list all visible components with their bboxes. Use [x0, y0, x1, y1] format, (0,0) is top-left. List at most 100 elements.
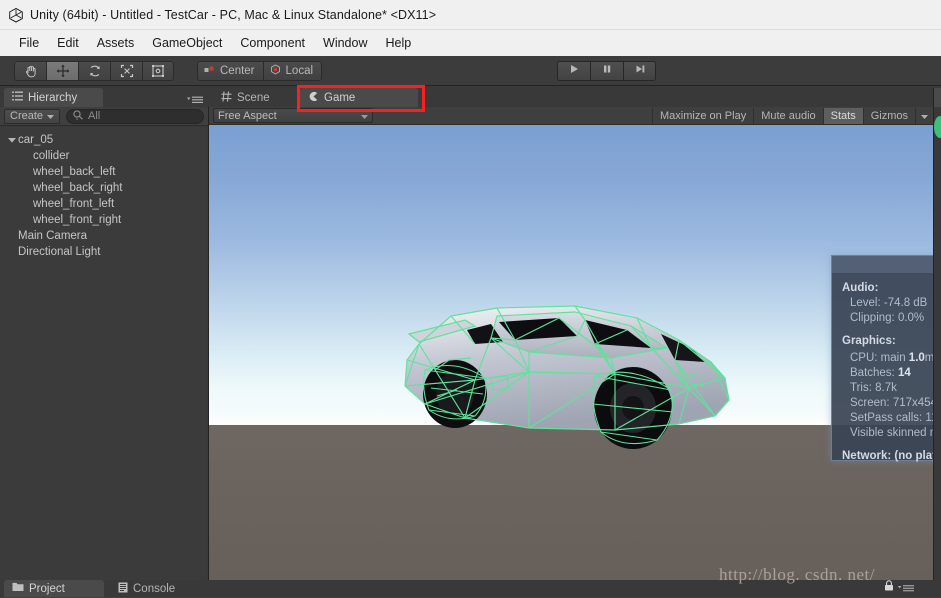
- create-button[interactable]: Create: [4, 108, 61, 124]
- tab-hierarchy-label: Hierarchy: [28, 91, 78, 104]
- statistics-body: Audio: Level: -74.8 dB DSP load: 0.2% Cl…: [832, 273, 933, 462]
- hierarchy-item-wheel_back_right[interactable]: wheel_back_right: [0, 180, 207, 196]
- transform-tools-group: [14, 61, 174, 81]
- statistics-tris-row: Tris: 8.7k Verts: 15.7k: [842, 381, 933, 396]
- scale-tool-button[interactable]: [110, 61, 142, 81]
- step-forward-icon: [634, 62, 646, 80]
- hierarchy-search-input[interactable]: All: [66, 108, 204, 124]
- hierarchy-icon: [12, 91, 23, 104]
- car-model-wireframe: [379, 300, 759, 460]
- hierarchy-item-label: Directional Light: [18, 246, 101, 258]
- audio-level-value: Level: -74.8 dB: [850, 297, 928, 309]
- gizmos-dropdown-arrow[interactable]: [915, 107, 933, 124]
- statistics-cpu-row: CPU: main 1.0ms render thread 0.7ms: [842, 351, 933, 366]
- chevron-down-icon: [47, 110, 55, 122]
- lock-icon[interactable]: [884, 578, 894, 596]
- folder-icon: [12, 582, 24, 595]
- hierarchy-item-main-camera[interactable]: Main Camera: [0, 228, 207, 244]
- menu-gameobject[interactable]: GameObject: [143, 34, 231, 52]
- menu-help[interactable]: Help: [376, 34, 420, 52]
- setpass-calls-value: SetPass calls: 11: [850, 412, 933, 424]
- hierarchy-item-label: car_05: [18, 134, 54, 146]
- maximize-on-play-button[interactable]: Maximize on Play: [652, 107, 753, 124]
- batches-value: Batches: 14: [842, 366, 933, 381]
- hand-icon: [24, 64, 38, 78]
- bottom-tabbar: Project Console: [0, 580, 941, 597]
- search-icon: [73, 109, 84, 123]
- hand-tool-button[interactable]: [14, 61, 46, 81]
- play-icon: [568, 62, 580, 80]
- menubar: File Edit Assets GameObject Component Wi…: [0, 30, 941, 56]
- menu-file[interactable]: File: [10, 34, 48, 52]
- pause-icon: [601, 62, 613, 80]
- triangle-down-icon[interactable]: [6, 137, 18, 143]
- hierarchy-item-directional-light[interactable]: Directional Light: [0, 244, 207, 260]
- menu-window[interactable]: Window: [314, 34, 376, 52]
- hierarchy-item-wheel_front_left[interactable]: wheel_front_left: [0, 196, 207, 212]
- menu-edit[interactable]: Edit: [48, 34, 88, 52]
- pivot-mode-label: Center: [220, 65, 255, 77]
- tab-scene[interactable]: Scene: [213, 88, 291, 107]
- scene-grid-icon: [221, 90, 232, 105]
- tab-game-label: Game: [324, 91, 356, 104]
- rect-tool-button[interactable]: [142, 61, 174, 81]
- batches-count: 14: [897, 367, 911, 379]
- statistics-audio-row-2: Clipping: 0.0% Stream load: 0.0%: [842, 311, 933, 326]
- aspect-ratio-label: Free Aspect: [218, 109, 277, 122]
- pause-button[interactable]: [590, 61, 623, 81]
- hierarchy-tree: car_05 collider wheel_back_left wheel_ba…: [0, 127, 207, 580]
- cpu-main-value: 1.0: [908, 352, 925, 364]
- stats-button[interactable]: Stats: [822, 107, 863, 124]
- tab-console[interactable]: Console: [110, 580, 206, 597]
- main-toolbar: Center Local: [0, 56, 941, 86]
- unity-editor-window: Unity (64bit) - Untitled - TestCar - PC,…: [0, 0, 941, 597]
- batches-prefix: Batches:: [850, 367, 898, 379]
- mute-audio-button[interactable]: Mute audio: [753, 107, 822, 124]
- statistics-graphics-heading: Graphics:: [842, 335, 896, 347]
- hierarchy-item-label: wheel_back_left: [33, 166, 116, 178]
- pivot-rotation-button[interactable]: Local: [262, 61, 323, 81]
- hierarchy-item-car_05[interactable]: car_05: [0, 132, 207, 148]
- statistics-network-row: Network: (no players connected): [842, 450, 933, 462]
- play-button[interactable]: [557, 61, 590, 81]
- scale-icon: [120, 64, 134, 78]
- tris-value: Tris: 8.7k: [850, 382, 897, 394]
- pivot-rotation-label: Local: [285, 65, 314, 77]
- game-view-panel: Scene Game Free Aspect Maximize on Play …: [209, 88, 933, 580]
- right-edge-green-indicator-icon: [934, 116, 941, 138]
- tab-project-label: Project: [29, 582, 65, 595]
- tab-project[interactable]: Project: [4, 580, 104, 597]
- gizmos-button[interactable]: Gizmos: [862, 107, 915, 124]
- statistics-skinned-meshes-row: Visible skinned meshes: 0 Animations: 0: [850, 427, 933, 439]
- game-view-toolbar: Free Aspect Maximize on Play Mute audio …: [209, 107, 933, 125]
- hierarchy-item-wheel_front_right[interactable]: wheel_front_right: [0, 212, 207, 228]
- tab-hierarchy[interactable]: Hierarchy: [4, 88, 103, 107]
- window-titlebar: Unity (64bit) - Untitled - TestCar - PC,…: [0, 0, 941, 30]
- hierarchy-item-collider[interactable]: collider: [0, 148, 207, 164]
- statistics-audio-heading: Audio:: [842, 282, 879, 294]
- hierarchy-item-label: wheel_front_left: [33, 198, 115, 210]
- game-render-surface[interactable]: Statistics Audio: Level: -74.8 dB DSP lo…: [209, 125, 933, 580]
- statusbar-panel-menu-icon[interactable]: [898, 580, 915, 598]
- create-button-label: Create: [10, 110, 44, 122]
- right-edge-panel-tab[interactable]: [934, 88, 941, 107]
- tab-game[interactable]: Game: [300, 88, 418, 107]
- chevron-down-icon: [361, 110, 368, 122]
- hierarchy-item-wheel_back_left[interactable]: wheel_back_left: [0, 164, 207, 180]
- menu-assets[interactable]: Assets: [88, 34, 144, 52]
- cpu-prefix: CPU: main: [850, 352, 909, 364]
- aspect-ratio-dropdown[interactable]: Free Aspect: [213, 108, 373, 123]
- move-tool-button[interactable]: [46, 61, 78, 81]
- statistics-setpass-row: SetPass calls: 11 Shadow casters: 10: [842, 411, 933, 426]
- rect-transform-icon: [151, 64, 165, 78]
- statistics-batches-row: Batches: 14 Saved by batching: 12: [842, 366, 933, 381]
- audio-clipping-value: Clipping: 0.0%: [850, 312, 925, 324]
- rotate-tool-button[interactable]: [78, 61, 110, 81]
- pivot-tools-group: Center Local: [197, 61, 323, 81]
- pivot-mode-button[interactable]: Center: [197, 61, 263, 81]
- menu-component[interactable]: Component: [231, 34, 314, 52]
- hierarchy-item-label: Main Camera: [18, 230, 88, 242]
- console-icon: [118, 582, 128, 596]
- hierarchy-toolbar: Create All: [0, 107, 208, 126]
- step-button[interactable]: [623, 61, 656, 81]
